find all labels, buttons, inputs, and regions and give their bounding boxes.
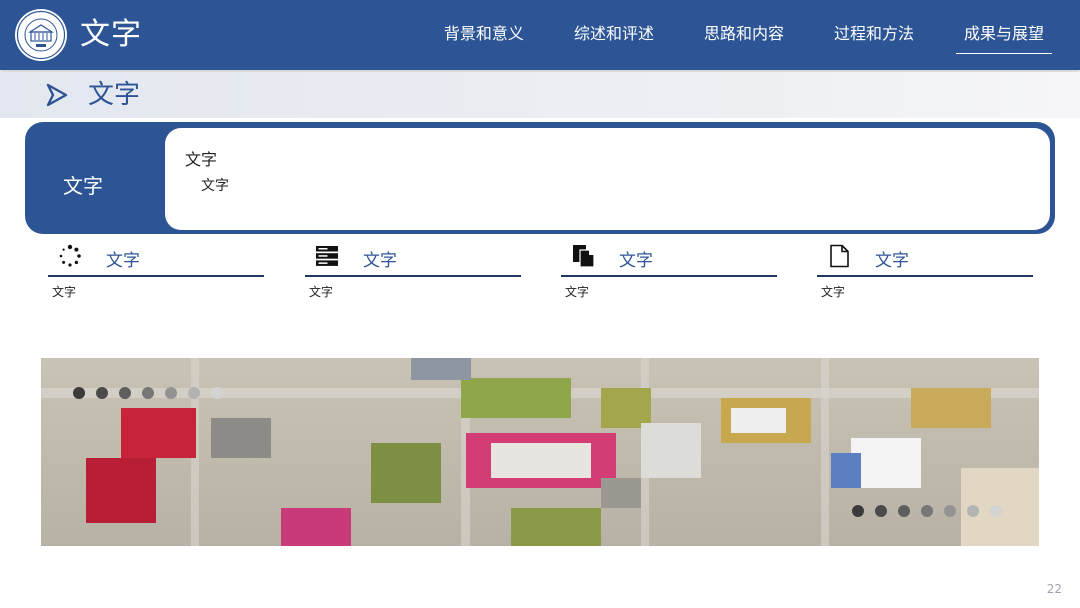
feature-column-4: 文字 文字 bbox=[817, 244, 1033, 304]
feature-description: 文字 bbox=[309, 285, 334, 299]
play-arrow-icon bbox=[46, 83, 68, 107]
feature-description: 文字 bbox=[821, 285, 846, 299]
feature-header: 文字 bbox=[305, 244, 521, 277]
feature-title: 文字 bbox=[363, 251, 397, 271]
feature-title: 文字 bbox=[619, 251, 653, 271]
feature-column-1: 文字 文字 bbox=[48, 244, 264, 304]
nav-item-approach[interactable]: 思路和内容 bbox=[696, 20, 792, 48]
nav-item-results[interactable]: 成果与展望 bbox=[955, 20, 1053, 54]
copy-documents-icon bbox=[573, 245, 595, 268]
app-title: 文字 bbox=[80, 17, 142, 52]
feature-header: 文字 bbox=[561, 244, 777, 277]
section-title: 文字 bbox=[88, 80, 141, 110]
feature-description: 文字 bbox=[52, 285, 77, 299]
page-number: 22 bbox=[1046, 582, 1062, 596]
callout-box: 文字 文字 文字 bbox=[25, 122, 1055, 234]
nav-item-background[interactable]: 背景和意义 bbox=[436, 20, 532, 48]
header-bar: 文字 背景和意义 综述和评述 思路和内容 过程和方法 成果与展望 bbox=[0, 0, 1080, 70]
top-nav: 背景和意义 综述和评述 思路和内容 过程和方法 成果与展望 bbox=[402, 20, 1053, 54]
feature-title: 文字 bbox=[875, 251, 909, 271]
nav-item-review[interactable]: 综述和评述 bbox=[566, 20, 662, 48]
callout-text-secondary: 文字 bbox=[201, 178, 229, 194]
section-band bbox=[0, 72, 1080, 118]
feature-column-3: 文字 文字 bbox=[561, 244, 777, 304]
feature-column-2: 文字 文字 bbox=[305, 244, 521, 304]
campus-aerial-photo bbox=[41, 358, 1039, 546]
feature-header: 文字 bbox=[817, 244, 1033, 277]
loading-spinner-icon bbox=[59, 244, 81, 267]
nav-item-process[interactable]: 过程和方法 bbox=[826, 20, 922, 48]
callout-text-primary: 文字 bbox=[185, 150, 218, 169]
callout-content: 文字 文字 bbox=[165, 128, 1050, 230]
document-icon bbox=[830, 244, 849, 268]
feature-header: 文字 bbox=[48, 244, 264, 277]
university-seal-icon bbox=[15, 9, 67, 61]
callout-label: 文字 bbox=[63, 174, 103, 198]
feature-description: 文字 bbox=[565, 285, 590, 299]
server-stack-icon bbox=[316, 246, 338, 266]
feature-title: 文字 bbox=[106, 251, 140, 271]
